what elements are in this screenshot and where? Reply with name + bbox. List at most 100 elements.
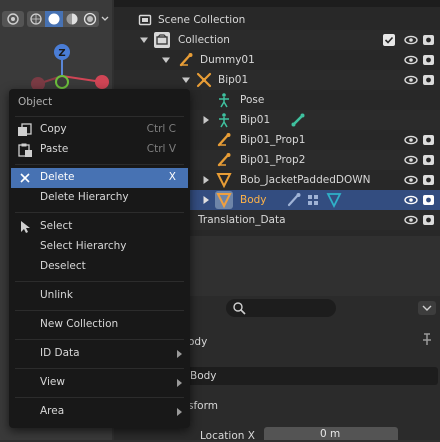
outliner-label: Translation_Data — [198, 214, 286, 226]
checkbox-checked-icon[interactable] — [383, 34, 395, 46]
shading-rendered-icon[interactable] — [81, 11, 99, 27]
overlay-toggle-icon[interactable] — [2, 11, 24, 27]
location-x-field[interactable]: 0 m — [264, 427, 398, 440]
outliner-label: Pose — [240, 94, 265, 106]
menu-title: Object — [18, 96, 53, 108]
shading-solid-icon[interactable] — [45, 11, 63, 27]
mesh-object-icon — [216, 172, 232, 188]
mesh-data-icon[interactable] — [326, 192, 342, 208]
object-name-value: Body — [190, 370, 217, 382]
outliner-label: Scene Collection — [158, 14, 246, 26]
disclosure-expanded-icon[interactable] — [140, 36, 148, 44]
outliner-header — [114, 0, 440, 7]
armature-icon — [216, 152, 232, 168]
properties-dropdown[interactable] — [418, 301, 436, 315]
menu-item-new-collection[interactable]: New Collection — [11, 315, 188, 335]
outliner-label: Bip01 — [240, 114, 271, 126]
outliner-row-bip01[interactable]: Bip01 — [114, 70, 440, 90]
menu-item-unlink[interactable]: Unlink — [11, 286, 188, 306]
outliner-label: Bip01_Prop1 — [240, 134, 306, 146]
armature-data-icon — [216, 112, 232, 128]
visibility-toggles-icon[interactable] — [403, 32, 439, 230]
menu-separator — [15, 310, 184, 311]
outliner-label: Bip01_Prop2 — [240, 154, 306, 166]
menu-item-id-data[interactable]: ID Data — [11, 344, 188, 364]
shading-wireframe-icon[interactable] — [27, 11, 45, 27]
armature-icon — [216, 132, 232, 148]
outliner-row-scene-collection[interactable]: Scene Collection — [114, 10, 440, 30]
armature-icon — [196, 72, 212, 88]
menu-item-select-hierarchy[interactable]: Select Hierarchy — [11, 237, 188, 257]
navigation-gizmo-icon[interactable]: Z — [14, 40, 112, 90]
mesh-object-icon — [215, 191, 233, 209]
restriction-toggles — [403, 32, 439, 230]
menu-separator — [15, 212, 184, 213]
menu-item-delete-hierarchy[interactable]: Delete Hierarchy — [11, 188, 188, 208]
menu-separator — [15, 116, 184, 117]
submenu-arrow-icon — [177, 379, 182, 387]
submenu-arrow-icon — [177, 408, 182, 416]
outliner-row-dummy01[interactable]: Dummy01 — [114, 50, 440, 70]
svg-text:Z: Z — [58, 48, 65, 59]
menu-item-label: Copy — [40, 123, 67, 135]
outliner-row-collection[interactable]: Collection — [114, 30, 440, 50]
outliner-label: Collection — [178, 34, 230, 46]
location-x-label: Location X — [200, 430, 255, 442]
menu-item-shortcut: Ctrl C — [146, 123, 176, 135]
bone-icon[interactable] — [290, 112, 306, 128]
disclosure-collapsed-icon[interactable] — [202, 196, 210, 204]
menu-item-view[interactable]: View — [11, 373, 188, 393]
menu-item-label: Deselect — [40, 260, 86, 272]
outliner-label: Bip01 — [218, 74, 249, 86]
transform-section-header[interactable]: sform — [188, 400, 218, 412]
armature-icon — [178, 52, 194, 68]
shading-material-icon[interactable] — [63, 11, 81, 27]
menu-item-deselect[interactable]: Deselect — [11, 257, 188, 277]
menu-item-select[interactable]: Select — [11, 217, 188, 237]
menu-item-label: New Collection — [40, 318, 119, 330]
menu-item-shortcut: Ctrl V — [146, 143, 176, 155]
menu-item-label: Select Hierarchy — [40, 240, 127, 252]
menu-item-paste[interactable]: Paste Ctrl V — [11, 140, 188, 160]
menu-item-label: Paste — [40, 143, 69, 155]
menu-item-shortcut: X — [168, 171, 176, 183]
vertex-groups-icon[interactable] — [306, 192, 322, 208]
object-name-label: ody — [188, 336, 208, 348]
submenu-arrow-icon — [177, 350, 182, 358]
menu-item-label: Select — [40, 220, 73, 232]
menu-separator — [15, 397, 184, 398]
object-name-field[interactable]: Body — [186, 367, 438, 385]
outliner-label: Dummy01 — [200, 54, 255, 66]
shading-dropdown-icon[interactable] — [100, 13, 110, 25]
armature-modifier-icon[interactable] — [286, 192, 302, 208]
disclosure-expanded-icon[interactable] — [162, 56, 170, 64]
disclosure-collapsed-icon[interactable] — [202, 176, 210, 184]
scene-collection-icon — [138, 13, 152, 27]
viewport-header — [0, 8, 112, 30]
cursor-arrow-icon — [21, 221, 30, 233]
disclosure-expanded-icon[interactable] — [182, 76, 190, 84]
pose-icon — [216, 92, 232, 108]
object-context-menu: Object Copy Ctrl C Paste Ctrl V Delete X… — [9, 89, 190, 428]
outliner-label: Body — [240, 194, 267, 206]
collection-icon — [154, 32, 170, 48]
outliner-label: Bob_JacketPaddedDOWN — [240, 174, 371, 186]
menu-separator — [15, 339, 184, 340]
pin-icon[interactable] — [420, 332, 434, 346]
menu-separator — [15, 368, 184, 369]
search-icon — [233, 302, 246, 315]
menu-item-area[interactable]: Area — [11, 402, 188, 422]
disclosure-collapsed-icon[interactable] — [202, 116, 210, 124]
menu-item-label: Unlink — [40, 289, 73, 301]
paste-icon — [18, 143, 32, 157]
menu-item-copy[interactable]: Copy Ctrl C — [11, 120, 188, 140]
menu-item-label: Delete Hierarchy — [40, 191, 129, 203]
location-x-value: 0 m — [320, 428, 341, 440]
menu-item-delete[interactable]: Delete X — [11, 168, 188, 188]
delete-x-icon — [20, 173, 30, 183]
menu-item-label: Delete — [40, 171, 75, 183]
properties-search-input[interactable] — [226, 299, 336, 317]
menu-item-label: ID Data — [40, 347, 80, 359]
menu-separator — [15, 164, 184, 165]
menu-item-label: Area — [40, 405, 65, 417]
